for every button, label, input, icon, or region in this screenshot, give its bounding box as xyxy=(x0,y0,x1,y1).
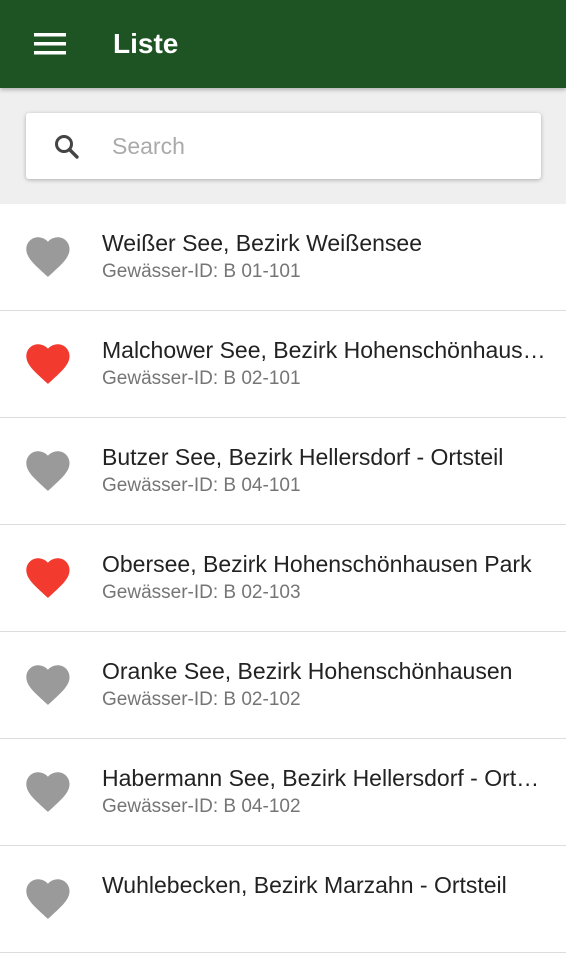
list-item[interactable]: Weißer See, Bezirk Weißensee Gewässer-ID… xyxy=(0,204,566,311)
lake-name: Obersee, Bezirk Hohenschönhausen Park xyxy=(102,551,532,577)
lake-id: Gewässer-ID: B 02-102 xyxy=(102,689,301,710)
page-title: Liste xyxy=(113,28,179,59)
lake-name: Butzer See, Bezirk Hellersdorf - Ortstei… xyxy=(102,444,504,470)
favorite-heart-icon[interactable] xyxy=(24,771,72,815)
lake-list: Weißer See, Bezirk Weißensee Gewässer-ID… xyxy=(0,204,566,953)
search-box[interactable] xyxy=(26,113,541,179)
lake-name: Oranke See, Bezirk Hohenschönhausen xyxy=(102,658,513,684)
lake-id: Gewässer-ID: B 01-101 xyxy=(102,261,301,282)
search-area xyxy=(0,88,566,204)
list-item[interactable]: Oranke See, Bezirk Hohenschönhausen Gewä… xyxy=(0,632,566,739)
favorite-heart-icon[interactable] xyxy=(24,343,72,387)
list-item[interactable]: Malchower See, Bezirk Hohenschönhausen G… xyxy=(0,311,566,418)
app-bar: Liste xyxy=(0,0,566,88)
lake-id: Gewässer-ID: B 04-101 xyxy=(102,475,301,496)
lake-name: Wuhlebecken, Bezirk Marzahn - Ortsteil xyxy=(102,872,507,898)
favorite-heart-icon[interactable] xyxy=(24,664,72,708)
list-item[interactable]: Habermann See, Bezirk Hellersdorf - Orts… xyxy=(0,739,566,846)
lake-name: Habermann See, Bezirk Hellersdorf - Orts… xyxy=(102,765,547,791)
search-input[interactable] xyxy=(112,124,522,168)
favorite-heart-icon[interactable] xyxy=(24,878,72,922)
favorite-heart-icon[interactable] xyxy=(24,557,72,601)
lake-id: Gewässer-ID: B 02-101 xyxy=(102,368,301,389)
lake-name: Malchower See, Bezirk Hohenschönhausen xyxy=(102,337,547,363)
list-item[interactable]: Butzer See, Bezirk Hellersdorf - Ortstei… xyxy=(0,418,566,525)
lake-id: Gewässer-ID: B 02-103 xyxy=(102,582,301,603)
lake-name: Weißer See, Bezirk Weißensee xyxy=(102,230,422,256)
favorite-heart-icon[interactable] xyxy=(24,236,72,280)
list-item[interactable]: Obersee, Bezirk Hohenschönhausen Park Ge… xyxy=(0,525,566,632)
favorite-heart-icon[interactable] xyxy=(24,450,72,494)
search-icon xyxy=(55,135,79,159)
hamburger-menu-icon xyxy=(34,33,66,55)
lake-id: Gewässer-ID: B 04-102 xyxy=(102,796,301,817)
menu-button[interactable] xyxy=(22,22,78,66)
